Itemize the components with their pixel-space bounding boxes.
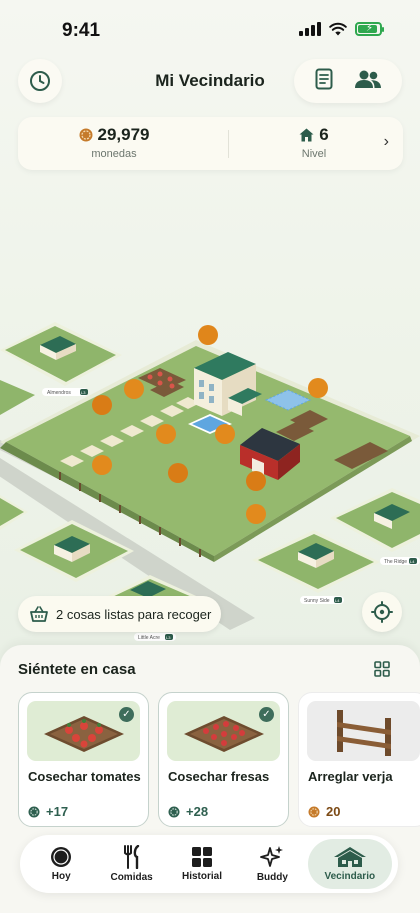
- coins-label: monedas: [91, 148, 137, 160]
- svg-text:L3: L3: [166, 635, 171, 640]
- card-reward: +28: [168, 804, 208, 819]
- tomato-plot-image: ✓: [27, 701, 140, 761]
- coins-stat: 29,979 monedas: [18, 125, 210, 160]
- nav-item-vecindario[interactable]: Vecindario: [307, 839, 393, 889]
- stats-card[interactable]: 29,979 monedas 6 Nivel ›: [18, 117, 403, 170]
- street-label-little-acre: Little Acre L3: [134, 633, 176, 641]
- street-label-the-ridge: The Ridge L4: [380, 557, 420, 565]
- small-lot[interactable]: [0, 495, 28, 530]
- nav-item-comidas[interactable]: Comidas: [96, 839, 166, 889]
- check-icon: ✓: [119, 707, 134, 722]
- crosshair-icon: [371, 601, 393, 623]
- friends-icon: [354, 70, 381, 88]
- small-lot[interactable]: [0, 322, 122, 386]
- bottom-nav: Hoy Comidas Historial Buddy Vecindario: [20, 835, 398, 893]
- list-button[interactable]: [315, 68, 333, 95]
- fence-image: [307, 701, 420, 761]
- house-icon: [299, 128, 314, 142]
- task-card-tomatoes[interactable]: ✓ Cosechar tomates +17: [18, 692, 149, 827]
- small-lot[interactable]: [252, 530, 380, 593]
- task-card-fence[interactable]: Arreglar verja 20: [298, 692, 420, 827]
- nav-item-historial[interactable]: Historial: [167, 839, 237, 889]
- card-title: Cosechar tomates: [28, 769, 141, 784]
- svg-text:L3: L3: [81, 390, 86, 395]
- header-actions: [294, 59, 402, 103]
- card-title: Arreglar verja: [308, 769, 393, 784]
- svg-text:L4: L4: [335, 598, 340, 603]
- svg-text:Sunny Side: Sunny Side: [304, 598, 330, 604]
- friends-button[interactable]: [354, 69, 382, 94]
- small-lot[interactable]: [14, 520, 134, 582]
- street-label-almendros: Almendros L3: [42, 388, 88, 396]
- coin-icon: [168, 806, 180, 817]
- coins-value: 29,979: [97, 125, 150, 144]
- card-title: Cosechar fresas: [168, 769, 270, 784]
- grid-icon: [191, 847, 212, 867]
- status-icons: ⚡: [299, 22, 384, 36]
- wifi-icon: [329, 22, 347, 36]
- svg-text:The Ridge: The Ridge: [384, 559, 407, 565]
- grid-icon: [374, 661, 390, 677]
- street-label-sunny-side: Sunny Side L4: [300, 596, 344, 604]
- chevron-right-icon: ›: [383, 133, 389, 150]
- svg-text:Almendros: Almendros: [47, 390, 71, 396]
- neighborhood-icon: [333, 847, 366, 867]
- locate-button[interactable]: [362, 592, 402, 632]
- cellular-signal-icon: [299, 22, 321, 36]
- status-time: 9:41: [62, 20, 101, 41]
- cutlery-icon: [123, 845, 139, 869]
- check-icon: ✓: [259, 707, 274, 722]
- list-icon: [315, 68, 332, 89]
- coin-icon: [28, 806, 40, 817]
- level-value: 6: [319, 125, 329, 144]
- small-lot: [0, 380, 35, 415]
- status-bar: 9:41 ⚡: [0, 0, 420, 56]
- coin-icon: [308, 806, 320, 817]
- battery-icon: ⚡: [355, 22, 384, 36]
- sparkle-icon: [260, 846, 284, 867]
- card-reward: +17: [28, 804, 68, 819]
- basket-icon: [30, 606, 48, 622]
- sheet-title: Siéntete en casa: [18, 661, 136, 678]
- small-lot[interactable]: [330, 488, 420, 552]
- card-reward: 20: [308, 804, 340, 819]
- collect-ready-button[interactable]: 2 cosas listas para recoger: [18, 596, 221, 632]
- nav-item-hoy[interactable]: Hoy: [26, 839, 96, 889]
- grid-view-button[interactable]: [374, 661, 390, 682]
- collect-ready-label: 2 cosas listas para recoger: [56, 606, 212, 622]
- neighborhood-map[interactable]: Almendros L3 The Ridge L4 Sunny Side L4 …: [0, 300, 420, 645]
- nav-item-buddy[interactable]: Buddy: [237, 839, 307, 889]
- task-card-strawberries[interactable]: ✓ Cosechar fresas +28: [158, 692, 289, 827]
- strawberry-plot-image: ✓: [167, 701, 280, 761]
- today-icon: [51, 847, 72, 867]
- app-screen: 9:41 ⚡ Mi Vecindario 29,979 monedas 6 Ni…: [0, 0, 420, 913]
- svg-text:Little Acre: Little Acre: [138, 635, 160, 641]
- coin-icon: [79, 128, 92, 142]
- svg-text:L4: L4: [410, 559, 415, 564]
